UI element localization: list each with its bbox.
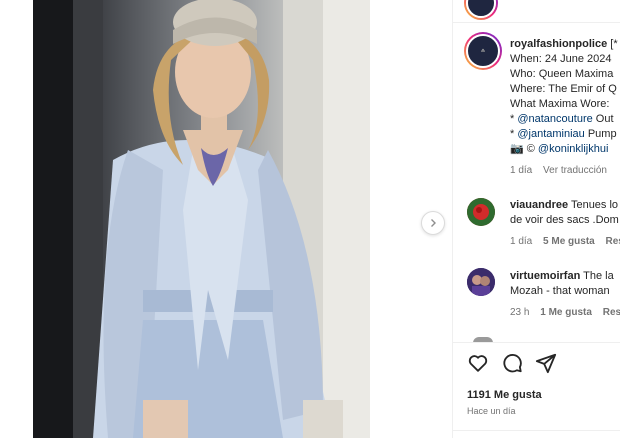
comment-icon [503,354,522,373]
comment-time[interactable]: 1 día [510,236,532,247]
credit-rest: Out [592,113,614,125]
author-suffix: [* [610,38,618,50]
caption-meta: 1 día Ver traducción [510,165,607,176]
reply-button[interactable]: Res [606,236,620,247]
comment-text-1: viauandree Tenues lo [510,198,618,213]
couple-avatar-image [467,268,495,296]
credit-link[interactable]: @jantaminiau [517,128,584,140]
comment-text-2b: Mozah - that woman [510,285,610,297]
comment-username[interactable]: virtuemoirfan [510,270,580,282]
reply-button[interactable]: Resp [603,307,620,318]
actions-divider [453,342,620,343]
credit-line-1: * @natancouture Out [510,112,614,127]
send-icon [535,353,557,374]
rose-avatar-image [467,198,495,226]
header-divider [453,22,620,23]
photo-illustration [33,0,370,438]
caption-line-2: Who: Queen Maxima [510,68,614,80]
author-avatar[interactable]: ⁂ [464,32,502,70]
caption-time[interactable]: 1 día [510,165,532,176]
comment-meta: 1 día 5 Me gusta Res [510,236,620,247]
comment-avatar[interactable] [467,198,495,226]
comment-username[interactable]: viauandree [510,199,568,211]
header-avatar[interactable] [464,0,498,20]
credit-link[interactable]: @koninklijkhui [538,143,608,155]
caption-header: royalfashionpolice [* [510,37,618,52]
comment-meta: 23 h 1 Me gusta Resp [510,307,620,318]
comment-avatar[interactable] [467,268,495,296]
credit-prefix: 📷 © [510,143,538,155]
translate-link[interactable]: Ver traducción [543,165,607,176]
footer-divider [453,430,620,431]
credit-rest: Pump [584,128,617,140]
comment-text-1b: de voir des sacs .Dom [510,214,619,226]
comment-body: Tenues lo [570,199,619,211]
caption-line-3: Where: The Emir of Q [510,83,617,95]
next-media-button[interactable] [421,211,445,235]
comment-time[interactable]: 23 h [510,307,529,318]
chevron-right-icon [431,219,436,227]
likes-count[interactable]: 1191 Me gusta [467,388,542,403]
comment-body: The la [583,270,614,282]
media-pane [0,0,452,438]
post-photo[interactable] [33,0,370,438]
comment-likes[interactable]: 1 Me gusta [540,307,592,318]
comments-panel: ⁂ royalfashionpolice [* When: 24 June 20… [453,0,620,438]
credit-link[interactable]: @natancouture [517,113,592,125]
caption-line-4: What Maxima Wore: [510,98,610,110]
comment-button[interactable] [501,352,523,374]
credit-line-3: 📷 © @koninklijkhui [510,142,608,157]
heart-icon [468,355,488,372]
author-username[interactable]: royalfashionpolice [510,38,607,50]
post-date[interactable]: Hace un día [467,406,516,416]
share-button[interactable] [535,352,557,374]
caption-line-1: When: 24 June 2024 [510,53,612,65]
comment-likes[interactable]: 5 Me gusta [543,236,595,247]
like-button[interactable] [467,352,489,374]
credit-line-2: * @jantaminiau Pump [510,127,617,142]
comment-text-2: virtuemoirfan The la [510,269,614,284]
